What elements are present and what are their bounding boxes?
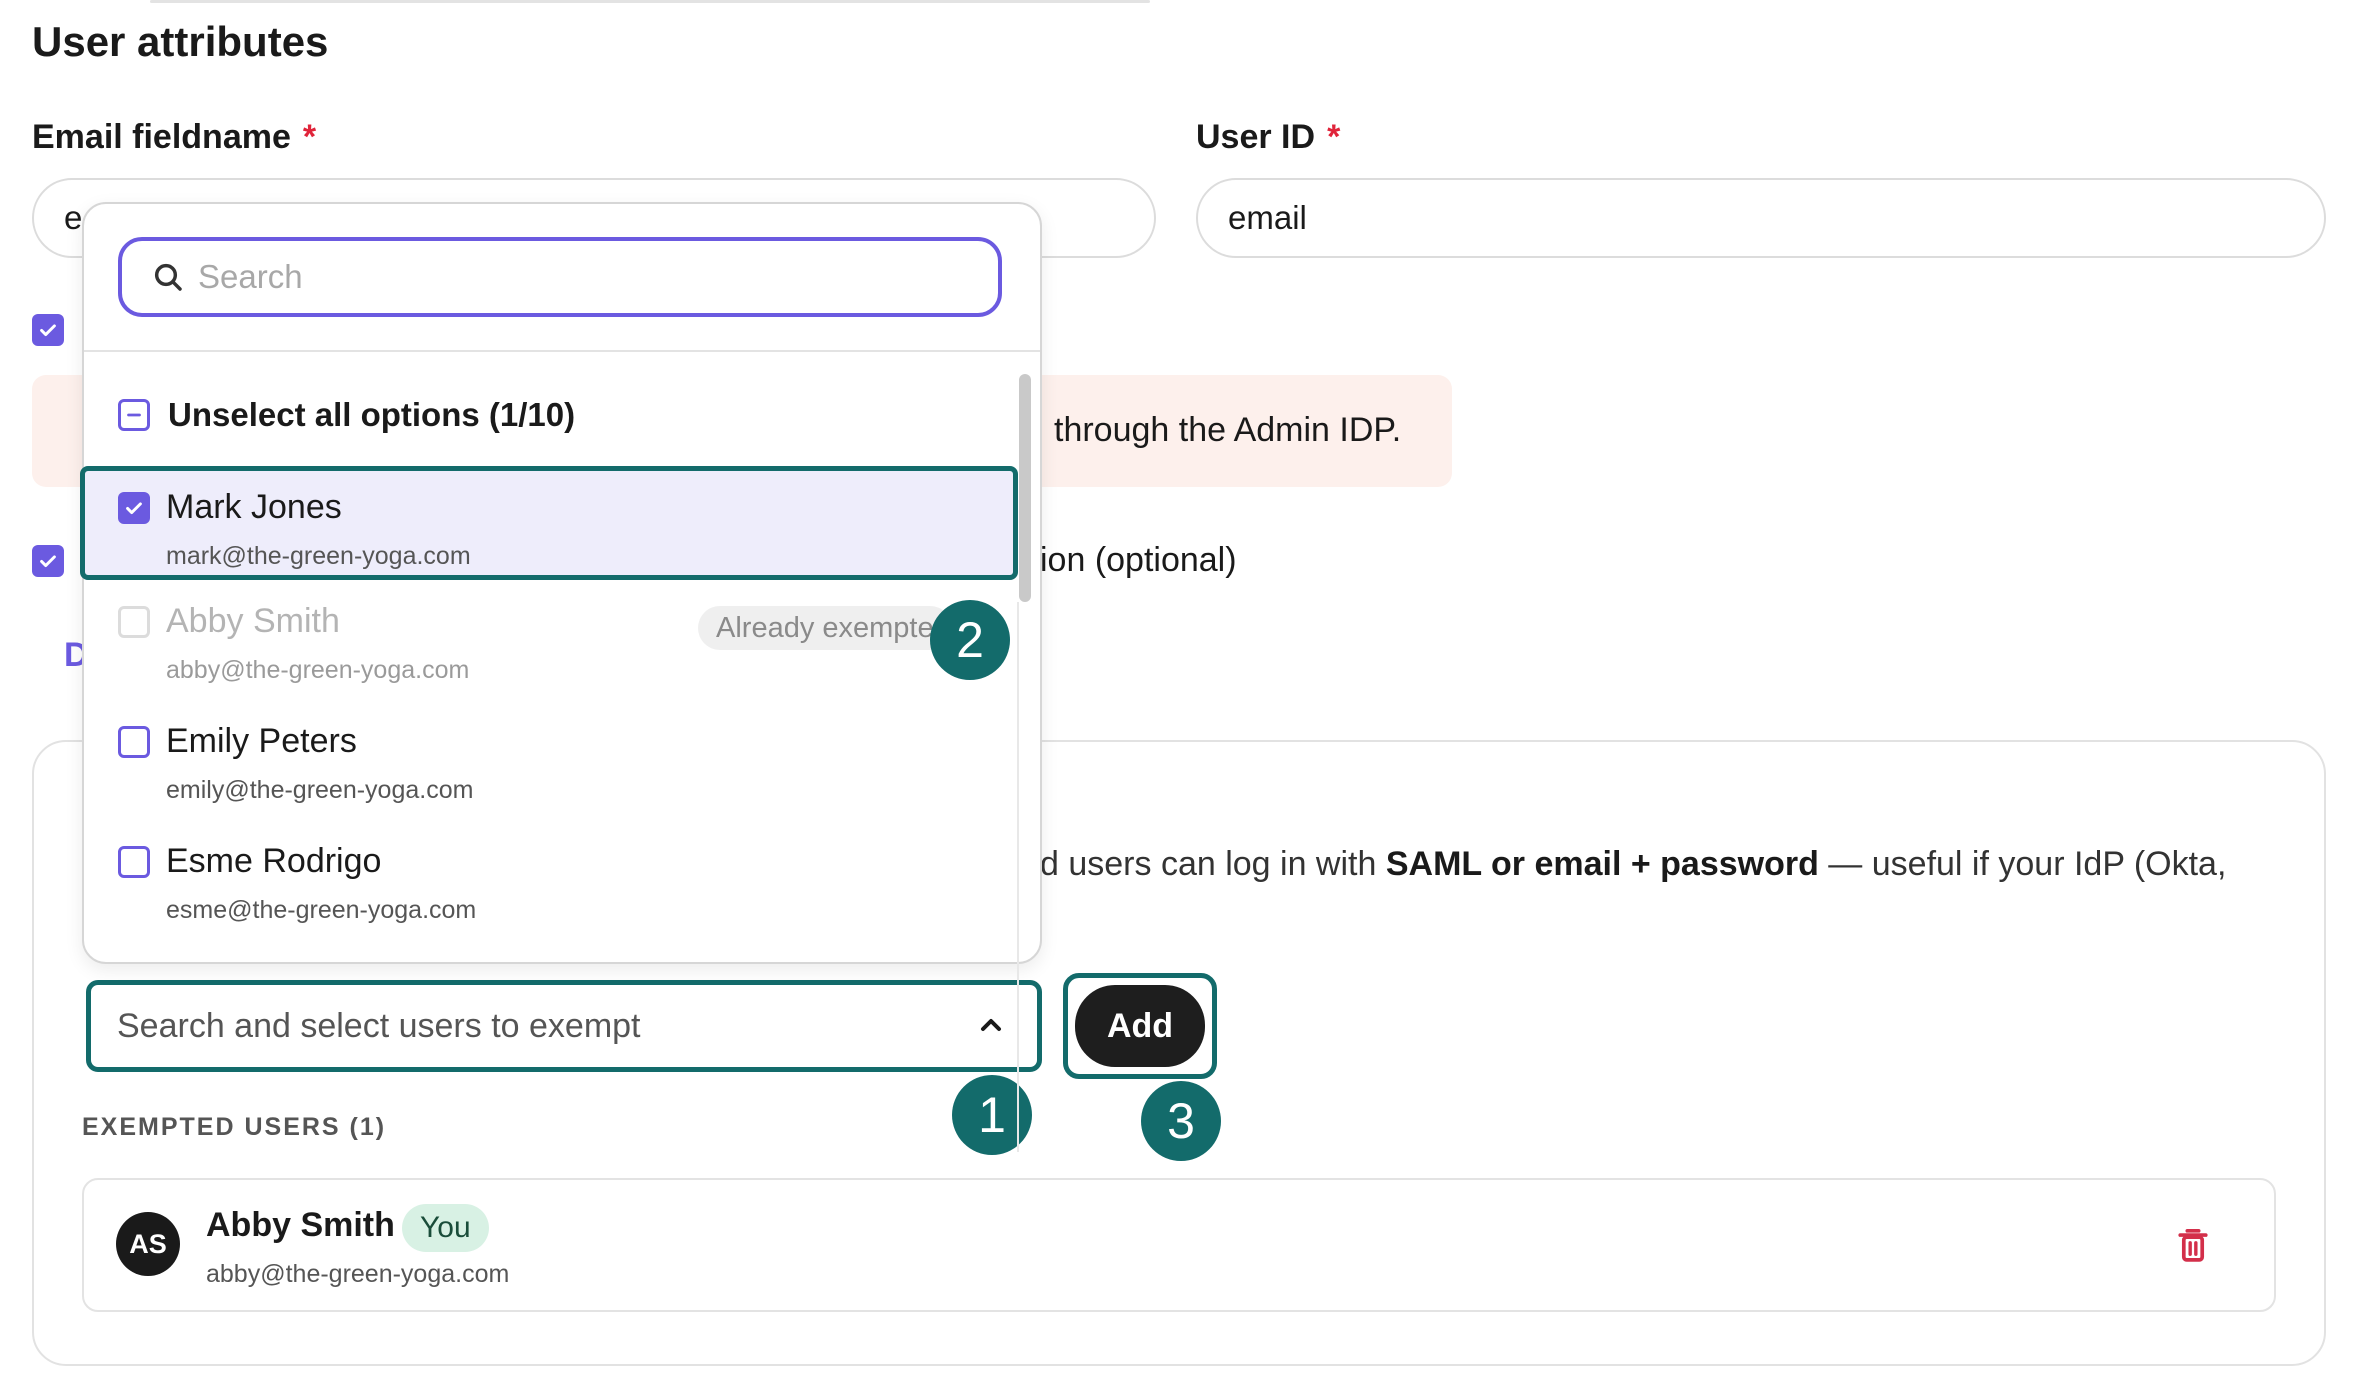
required-mark: *: [302, 118, 317, 156]
option-email: emily@the-green-yoga.com: [166, 776, 474, 804]
option-name: Abby Smith: [166, 602, 340, 640]
option-name: Emily Peters: [166, 722, 357, 760]
you-badge: You: [402, 1204, 489, 1252]
required-mark: *: [1327, 118, 1341, 156]
exempted-user-email: abby@the-green-yoga.com: [206, 1260, 510, 1288]
user-id-label-text: User ID: [1196, 118, 1316, 156]
avatar: AS: [116, 1212, 180, 1276]
add-button-highlight: Add: [1063, 973, 1217, 1079]
email-fieldname-label: Email fieldname *: [32, 118, 316, 157]
callout-badge-2: 2: [930, 600, 1010, 680]
description-pre: d users can log in with: [1040, 845, 1386, 883]
email-fieldname-value: e: [64, 199, 83, 236]
scrollbar-track: [1017, 602, 1019, 1152]
user-select-dropdown: Search Unselect all options (1/10) Mark …: [80, 202, 1042, 1152]
check-icon: [40, 324, 56, 337]
already-exempted-tag: Already exempte: [698, 606, 952, 650]
exempted-user-row: AS Abby Smith You abby@the-green-yoga.co…: [82, 1178, 2276, 1312]
option-checkbox[interactable]: [118, 492, 150, 524]
alert-text: through the Admin IDP.: [1054, 411, 1402, 449]
user-exempt-select[interactable]: Search and select users to exempt: [86, 980, 1042, 1072]
unselect-all-label: Unselect all options (1/10): [168, 396, 576, 433]
email-fieldname-label-text: Email fieldname: [32, 118, 291, 156]
chevron-up-icon: [981, 1019, 1001, 1031]
option-email: abby@the-green-yoga.com: [166, 656, 470, 684]
dropdown-search-input[interactable]: Search: [118, 237, 1002, 317]
add-button[interactable]: Add: [1075, 985, 1205, 1067]
exempted-users-title: EXEMPTED USERS (1): [82, 1113, 387, 1141]
description-post: — useful if your IdP (Okta,: [1818, 845, 2227, 883]
unselect-all-checkbox: [118, 399, 150, 431]
option-checkbox[interactable]: [118, 846, 150, 878]
dropdown-option-abby-smith: Abby Smith abby@the-green-yoga.com Alrea…: [84, 584, 1014, 698]
top-divider: [150, 0, 1150, 3]
option-name: Mark Jones: [166, 488, 342, 526]
option-name: Esme Rodrigo: [166, 842, 382, 880]
callout-badge-1: 1: [952, 1075, 1032, 1155]
dropdown-option-mark-jones[interactable]: Mark Jones mark@the-green-yoga.com: [80, 466, 1018, 580]
minus-icon: [127, 413, 141, 417]
user-exempt-select-placeholder: Search and select users to exempt: [117, 1006, 641, 1045]
callout-badge-3: 3: [1141, 1081, 1221, 1161]
user-id-input[interactable]: email: [1196, 178, 2326, 258]
section-title: User attributes: [32, 18, 329, 65]
user-id-value: email: [1228, 199, 1307, 236]
option-checkbox-2[interactable]: [32, 545, 64, 577]
dropdown-divider: [84, 350, 1040, 352]
exempted-user-name: Abby Smith: [206, 1206, 395, 1244]
search-icon: [154, 263, 182, 291]
option-checkbox-1[interactable]: [32, 314, 64, 346]
unselect-all-option[interactable]: Unselect all options (1/10): [118, 396, 575, 434]
dropdown-option-emily-peters[interactable]: Emily Peters emily@the-green-yoga.com: [84, 704, 1014, 818]
dropdown-search-placeholder: Search: [198, 258, 303, 295]
dropdown-option-esme-rodrigo[interactable]: Esme Rodrigo esme@the-green-yoga.com: [84, 824, 1014, 938]
exemption-description: d users can log in with SAML or email + …: [1040, 845, 2226, 884]
scrollbar-thumb[interactable]: [1019, 374, 1031, 602]
check-icon: [126, 502, 142, 515]
description-bold: SAML or email + password: [1385, 845, 1819, 883]
option-checkbox[interactable]: [118, 726, 150, 758]
option-checkbox: [118, 606, 150, 638]
option-email: mark@the-green-yoga.com: [166, 542, 471, 570]
option-email: esme@the-green-yoga.com: [166, 896, 477, 924]
check-icon: [40, 555, 56, 568]
trash-icon[interactable]: [2176, 1226, 2210, 1264]
user-id-label: User ID *: [1196, 118, 1340, 157]
option-label-2: ion (optional): [1040, 541, 1237, 579]
